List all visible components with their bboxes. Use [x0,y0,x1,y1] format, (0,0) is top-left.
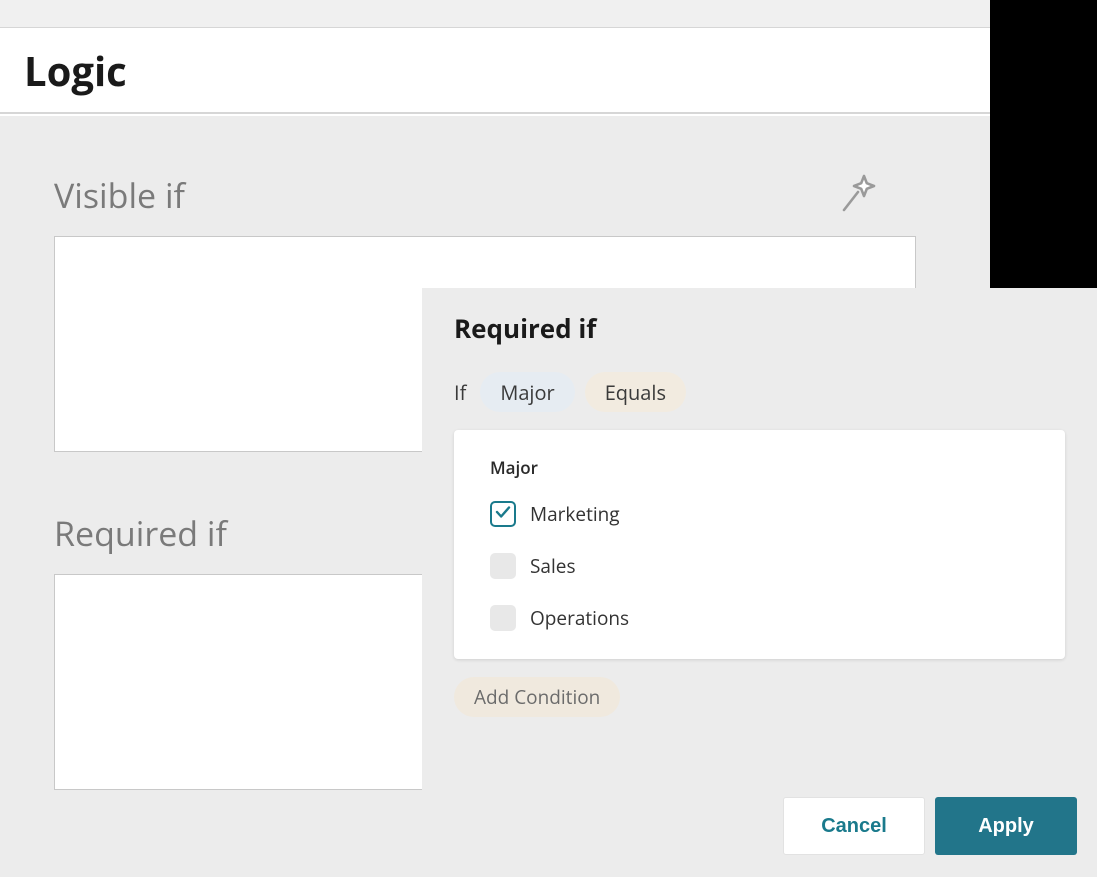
magic-wand-button[interactable] [832,168,888,224]
header: Logic [0,28,990,114]
required-if-dialog: Required if If Major Equals Major Market… [422,288,1097,877]
condition-field-pill[interactable]: Major [480,372,574,412]
magic-wand-icon [836,170,884,223]
options-card-title: Major [490,456,1029,479]
cancel-button[interactable]: Cancel [783,797,925,855]
add-condition-button[interactable]: Add Condition [454,677,620,717]
option-label: Sales [530,553,576,579]
check-icon [494,503,512,526]
option-row-operations[interactable]: Operations [490,605,1029,631]
visible-if-label: Visible if [54,172,920,218]
option-row-sales[interactable]: Sales [490,553,1029,579]
condition-operator-pill[interactable]: Equals [585,372,686,412]
top-bar [0,0,990,28]
condition-if-label: If [454,379,466,406]
page-title: Logic [24,43,127,98]
option-row-marketing[interactable]: Marketing [490,501,1029,527]
options-card: Major Marketing Sales Operations [454,430,1065,659]
dialog-title: Required if [454,310,1065,346]
option-label: Operations [530,605,629,631]
checkbox-marketing[interactable] [490,501,516,527]
checkbox-operations[interactable] [490,605,516,631]
condition-row: If Major Equals [454,372,1065,412]
side-black-column [990,0,1097,288]
apply-button[interactable]: Apply [935,797,1077,855]
dialog-footer: Cancel Apply [783,797,1077,855]
checkbox-sales[interactable] [490,553,516,579]
option-label: Marketing [530,501,620,527]
